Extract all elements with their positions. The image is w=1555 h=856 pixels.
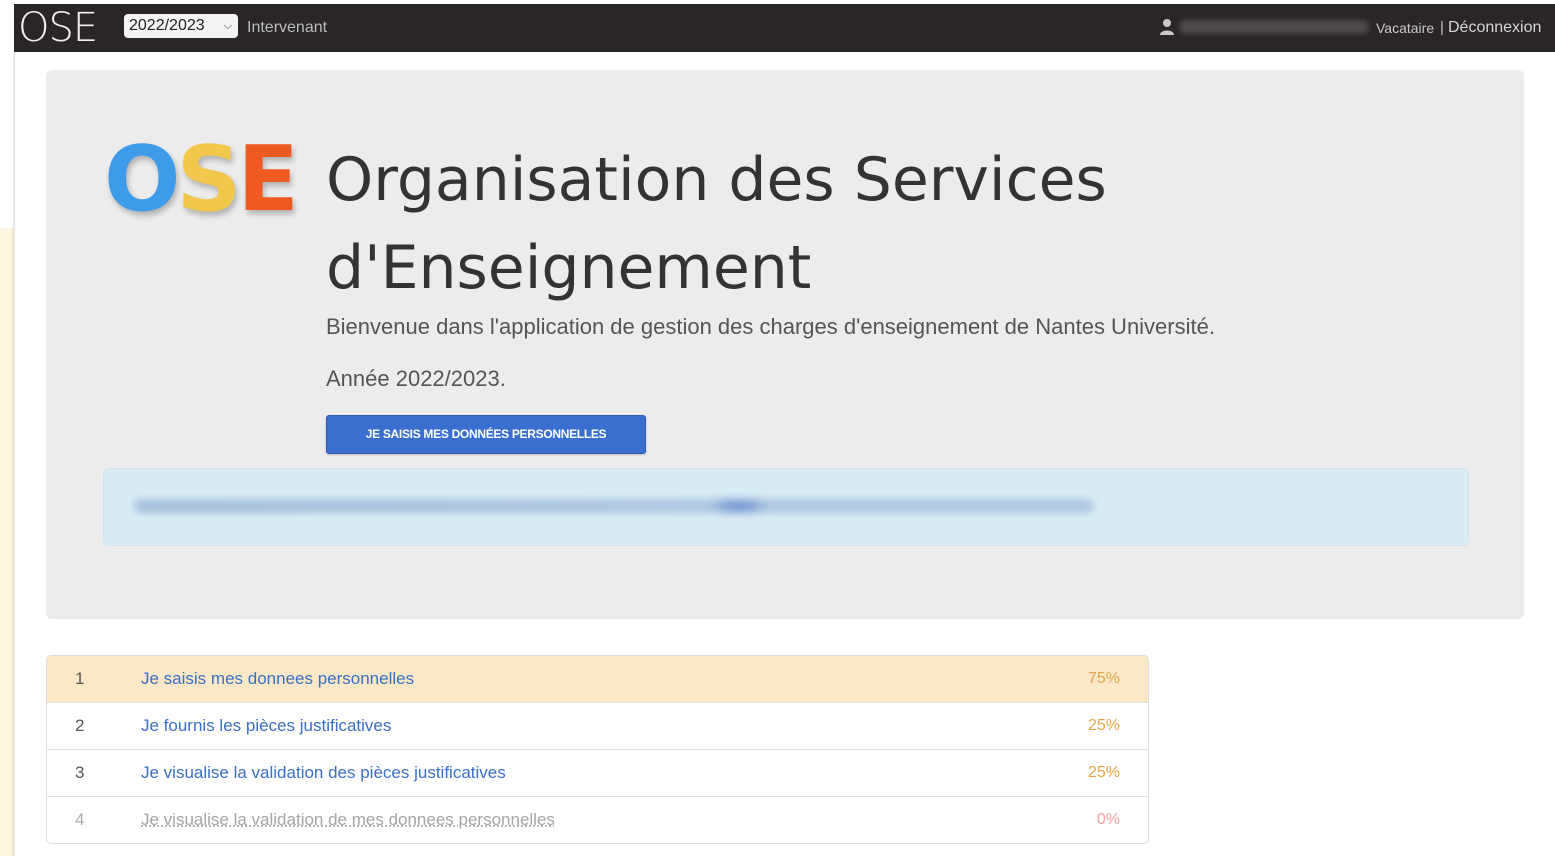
step-number: 1 [75, 669, 85, 688]
step-progress: 0% [1096, 811, 1120, 828]
page-title: Organisation des Services d'Enseignement [326, 145, 1107, 303]
year-select[interactable]: 2022/2023 ⌵ [124, 14, 238, 38]
ose-logo: OSE [104, 127, 299, 232]
chevron-down-icon: ⌵ [223, 20, 232, 32]
top-navbar: OSE 2022/2023 ⌵ Intervenant Vacataire | … [14, 4, 1555, 52]
logo-letter-s: S [176, 127, 242, 232]
step-progress: 25% [1087, 717, 1120, 734]
step-link[interactable]: Je fournis les pièces justificatives [141, 703, 391, 749]
year-select-value: 2022/2023 [129, 17, 205, 34]
step-number: 3 [75, 763, 85, 782]
logout-link[interactable]: Déconnexion [1448, 4, 1541, 52]
redacted-alert-text [134, 499, 1094, 513]
user-name-redacted [1179, 20, 1369, 34]
step-progress: 75% [1087, 670, 1120, 687]
step-number: 2 [75, 716, 85, 735]
user-icon [1160, 19, 1174, 35]
workflow-step-2[interactable]: 2 Je fournis les pièces justificatives 2… [47, 702, 1148, 749]
workflow-step-4: 4 Je visualise la validation de mes donn… [47, 796, 1148, 843]
brand-logo[interactable]: OSE [18, 4, 98, 52]
frame-border [13, 52, 15, 856]
welcome-text: Bienvenue dans l'application de gestion … [326, 314, 1215, 339]
step-link[interactable]: Je saisis mes donnees personnelles [141, 656, 414, 702]
role-link[interactable]: Intervenant [247, 4, 327, 52]
workflow-step-1[interactable]: 1 Je saisis mes donnees personnelles 75% [47, 656, 1148, 702]
step-number: 4 [75, 810, 85, 829]
workflow-steps: 1 Je saisis mes donnees personnelles 75%… [46, 655, 1149, 844]
logo-letter-e: E [237, 127, 299, 232]
logo-letter-o: O [104, 127, 180, 232]
step-link-disabled: Je visualise la validation de mes donnee… [141, 810, 555, 829]
step-progress: 25% [1087, 764, 1120, 781]
enter-personal-data-button[interactable]: JE SAISIS MES DONNÉES PERSONNELLES [326, 415, 646, 454]
year-text: Année 2022/2023. [326, 366, 506, 391]
welcome-jumbotron: OSE Organisation des Services d'Enseigne… [46, 70, 1524, 619]
workflow-step-3[interactable]: 3 Je visualise la validation des pièces … [47, 749, 1148, 796]
nav-separator: | [1440, 19, 1444, 36]
step-link[interactable]: Je visualise la validation des pièces ju… [141, 750, 506, 796]
info-alert [103, 468, 1469, 546]
user-status: Vacataire [1376, 20, 1435, 36]
left-decorative-strip [0, 228, 13, 856]
